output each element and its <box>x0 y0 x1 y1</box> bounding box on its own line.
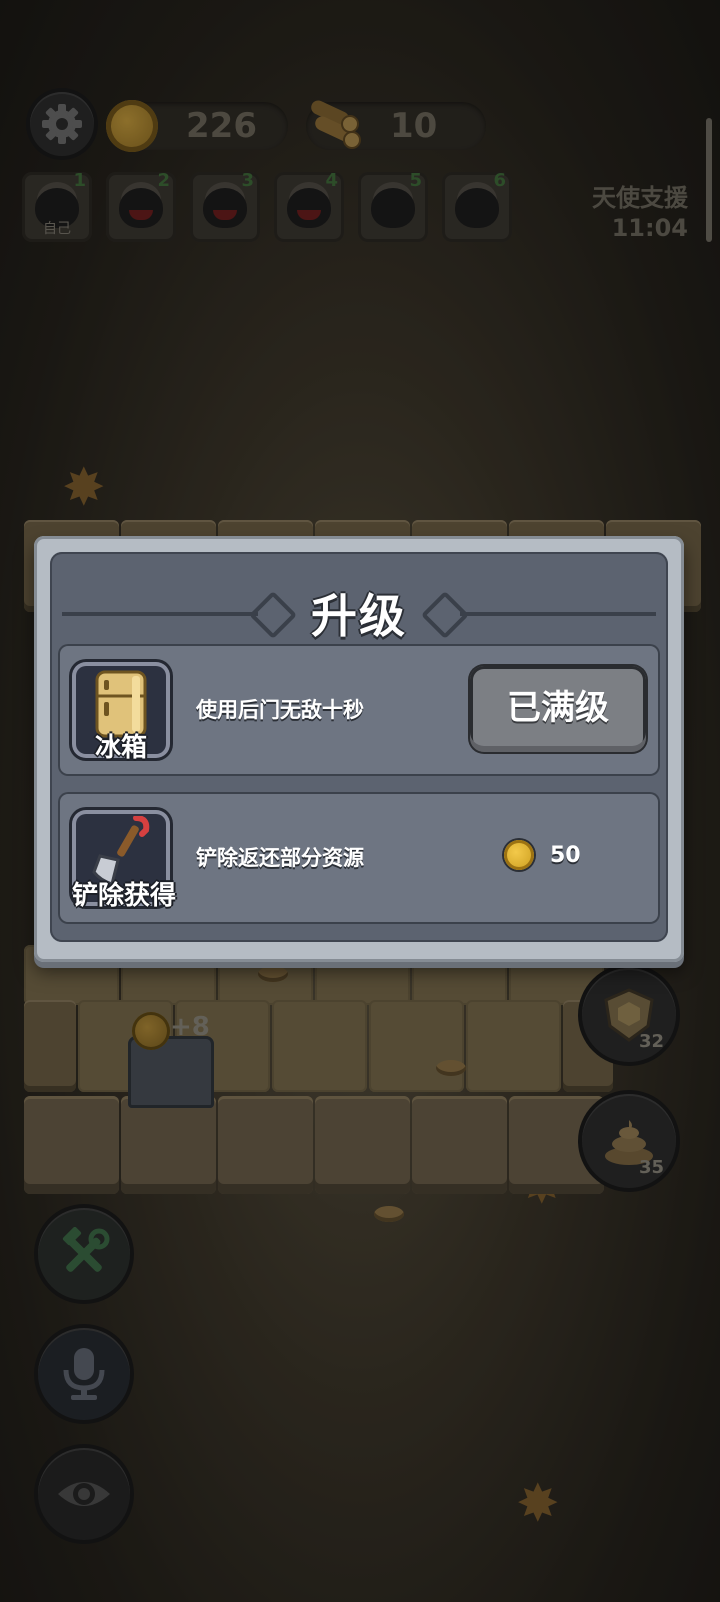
item-name: 铲除获得 <box>72 881 177 911</box>
upgrade-dialog-body: 升级 冰箱 使用后门无敌十秒 已满级 铲除获得 铲除返还部分资源 50 <box>50 552 668 942</box>
item-description: 使用后门无敌十秒 <box>196 698 364 722</box>
dialog-title: 升级 <box>311 589 407 643</box>
upgrade-dialog: 升级 冰箱 使用后门无敌十秒 已满级 铲除获得 铲除返还部分资源 50 <box>34 536 684 962</box>
coin-icon <box>504 840 534 870</box>
item-name: 冰箱 <box>94 733 147 763</box>
upgrade-item-fridge: 冰箱 使用后门无敌十秒 已满级 <box>58 644 660 776</box>
shovel-item-frame: 铲除获得 <box>72 810 176 911</box>
upgrade-item-shovel: 铲除获得 铲除返还部分资源 50 <box>58 792 660 924</box>
max-level-button[interactable]: 已满级 <box>470 666 646 752</box>
item-description: 铲除返还部分资源 <box>196 846 364 870</box>
fridge-item-frame: 冰箱 <box>72 662 170 763</box>
refund-amount: 50 <box>550 843 581 868</box>
